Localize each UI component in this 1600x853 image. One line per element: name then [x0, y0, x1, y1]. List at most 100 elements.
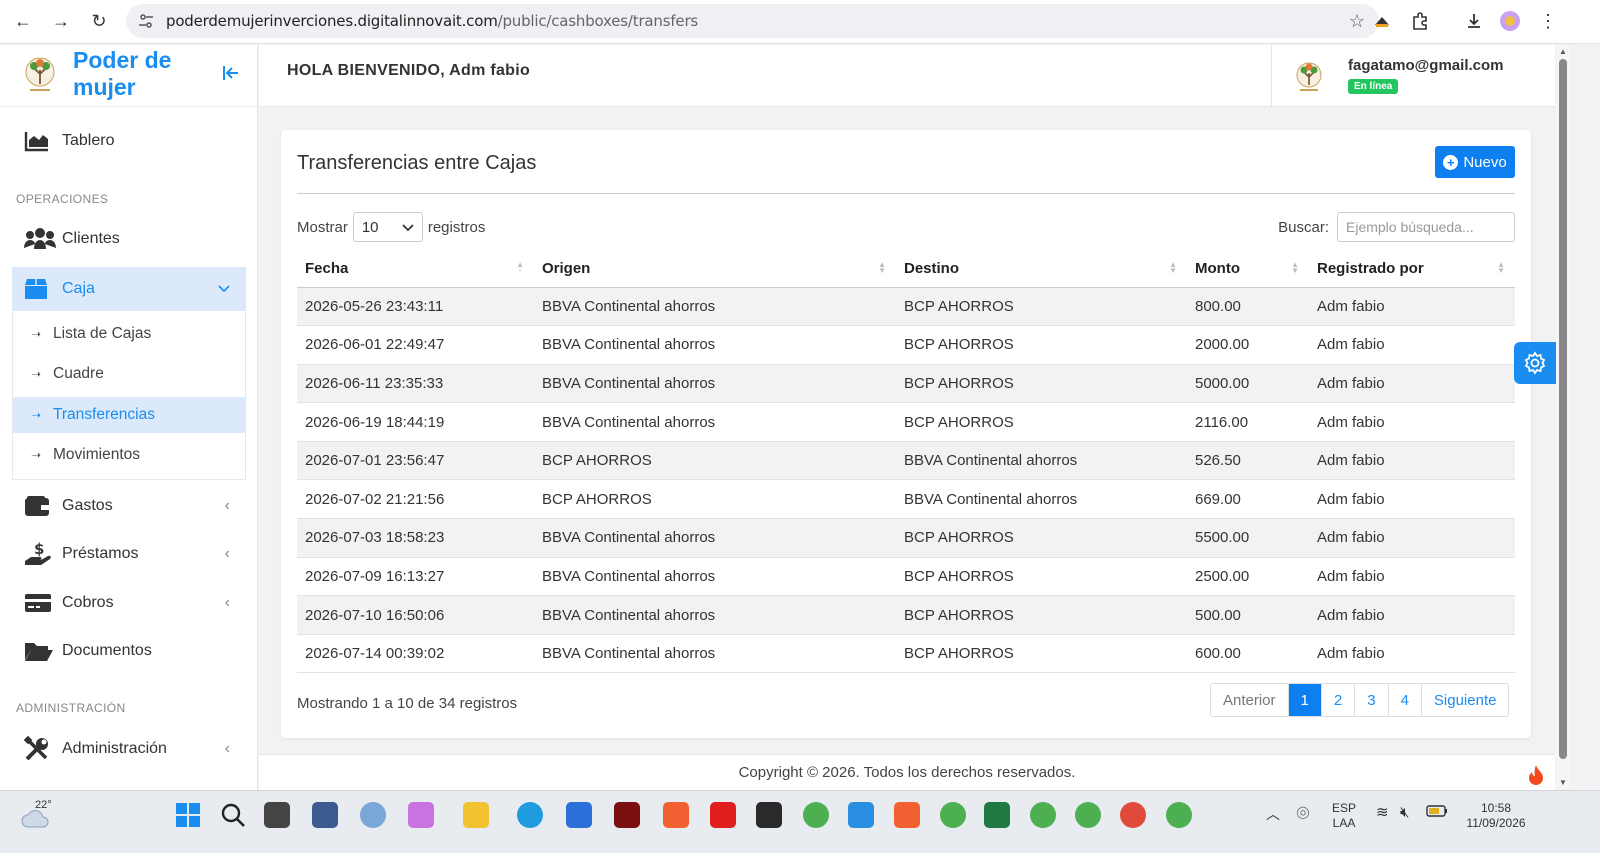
table-row[interactable]: 2026-07-01 23:56:47 BCP AHORROS BBVA Conti… — [297, 440, 1515, 480]
chrome-icon[interactable] — [1030, 802, 1056, 828]
app-icon[interactable] — [360, 802, 386, 828]
chrome-icon[interactable] — [940, 802, 966, 828]
vscode-icon[interactable] — [848, 802, 874, 828]
column-header-monto[interactable]: Monto ▲ ▼ — [1187, 250, 1309, 288]
search-icon[interactable] — [220, 802, 246, 828]
chrome-icon[interactable] — [1120, 802, 1146, 828]
chevron-left-icon: ‹ — [224, 497, 230, 514]
reload-icon[interactable]: ↻ — [84, 7, 114, 37]
search-label: Buscar: — [1278, 218, 1329, 236]
pagination-page-2[interactable]: 2 — [1320, 684, 1354, 716]
puzzle-extensions-icon[interactable] — [1408, 9, 1432, 33]
sidebar-item-label: Documentos — [62, 642, 152, 659]
cell-fecha: 2026-07-02 21:21:56 — [297, 479, 534, 519]
bookmark-star-icon[interactable]: ☆ — [1349, 11, 1365, 32]
forward-icon[interactable]: → — [46, 7, 76, 37]
fire-icon[interactable] — [1527, 764, 1545, 791]
scroll-down-icon[interactable]: ▼ — [1559, 778, 1567, 787]
cell-monto: 500.00 — [1187, 595, 1309, 635]
sidebar-item-tablero[interactable]: Tablero — [12, 119, 246, 163]
sidebar-subitem-lista-de-cajas[interactable]: ➝ Lista de Cajas — [13, 316, 245, 352]
excel-icon[interactable] — [984, 802, 1010, 828]
collapse-sidebar-icon[interactable] — [222, 65, 240, 86]
download-icon[interactable] — [1462, 9, 1486, 33]
brave-icon[interactable] — [894, 802, 920, 828]
pagination-page-4[interactable]: 4 — [1387, 684, 1421, 716]
table-row[interactable]: 2026-06-01 22:49:47 BBVA Continental ahor… — [297, 325, 1515, 365]
battery-icon[interactable] — [1426, 805, 1448, 821]
page-scrollbar[interactable]: ▲ ▼ — [1556, 45, 1570, 790]
sidebar-subitem-movimientos[interactable]: ➝ Movimientos — [13, 437, 245, 473]
app-icon[interactable] — [710, 802, 736, 828]
nvidia-icon[interactable] — [756, 802, 782, 828]
user-menu[interactable]: fagatamo@gmail.com En línea — [1271, 45, 1555, 107]
file-explorer-icon[interactable] — [463, 802, 489, 828]
app-icon[interactable] — [614, 802, 640, 828]
clock[interactable]: 10:58 11/09/2026 — [1460, 801, 1532, 831]
table-row[interactable]: 2026-07-03 18:58:23 BBVA Continental ahor… — [297, 518, 1515, 558]
pagination-previous[interactable]: Anterior — [1211, 684, 1288, 716]
cell-destino: BCP AHORROS — [896, 402, 1187, 442]
wifi-icon[interactable]: ≋ — [1376, 805, 1389, 820]
cell-destino: BCP AHORROS — [896, 518, 1187, 558]
app-tray-icon[interactable]: ◎ — [1296, 805, 1310, 821]
search-input[interactable] — [1337, 212, 1515, 242]
page-length-select[interactable]: 10 — [352, 212, 423, 242]
chevron-down-icon — [218, 280, 230, 298]
column-header-registrado-por[interactable]: Registrado por ▲ ▼ — [1309, 250, 1515, 288]
volume-muted-icon[interactable]: 🔇︎ — [1400, 805, 1409, 820]
table-row[interactable]: 2026-06-19 18:44:19 BBVA Continental ahor… — [297, 402, 1515, 442]
pagination-page-3[interactable]: 3 — [1354, 684, 1387, 716]
table-row[interactable]: 2026-07-09 16:13:27 BBVA Continental ahor… — [297, 556, 1515, 596]
sidebar-subitem-transferencias[interactable]: ➝ Transferencias — [13, 397, 245, 433]
hand-holding-dollar-icon: $ — [24, 541, 56, 567]
chevron-up-icon[interactable]: ︿ — [1266, 807, 1280, 822]
copyright-text: Copyright © 2026. Todos los derechos res… — [738, 764, 1076, 781]
settings-button[interactable] — [1514, 342, 1556, 384]
back-icon[interactable]: ← — [8, 7, 38, 37]
table-row[interactable]: 2026-07-10 16:50:06 BBVA Continental ahor… — [297, 595, 1515, 635]
profile-avatar-icon[interactable] — [1498, 9, 1522, 33]
sidebar-item-documentos[interactable]: Documentos — [12, 629, 246, 673]
sidebar-item-prestamos[interactable]: $ Préstamos ‹ — [12, 532, 246, 576]
column-header-fecha[interactable]: Fecha ▲ ▼ — [297, 250, 534, 288]
table-row[interactable]: 2026-05-26 23:43:11 BBVA Continental ahor… — [297, 286, 1515, 326]
sidebar-item-clientes[interactable]: Clientes — [12, 217, 246, 261]
sidebar-subitem-cuadre[interactable]: ➝ Cuadre — [13, 356, 245, 392]
chrome-icon[interactable] — [1166, 802, 1192, 828]
scroll-up-icon[interactable]: ▲ — [1559, 47, 1567, 56]
language-indicator[interactable]: ESP LAA — [1332, 801, 1356, 831]
extension-icon[interactable] — [1370, 9, 1394, 33]
weather-widget[interactable]: 22° — [20, 799, 60, 829]
pagination-page-1[interactable]: 1 — [1287, 684, 1321, 716]
brand-name[interactable]: Poder de mujer — [73, 47, 193, 101]
site-settings-icon[interactable] — [138, 13, 154, 29]
chrome-icon[interactable] — [803, 802, 829, 828]
table-row[interactable]: 2026-06-11 23:35:33 BBVA Continental ahor… — [297, 363, 1515, 403]
browser-menu-icon[interactable]: ⋮ — [1536, 9, 1560, 33]
column-header-destino[interactable]: Destino ▲ ▼ — [896, 250, 1187, 288]
copilot-icon[interactable] — [408, 802, 434, 828]
app-icon[interactable] — [312, 802, 338, 828]
table-row[interactable]: 2026-07-02 21:21:56 BCP AHORROS BBVA Conti… — [297, 479, 1515, 519]
table-row[interactable]: 2026-07-14 00:39:02 BBVA Continental ahor… — [297, 633, 1515, 674]
new-transfer-button[interactable]: + Nuevo — [1435, 146, 1515, 178]
sidebar-item-administracion[interactable]: Administración ‹ — [12, 727, 246, 771]
column-header-origen[interactable]: Origen ▲ ▼ — [534, 250, 896, 288]
table-info: Mostrando 1 a 10 de 34 registros — [297, 695, 518, 712]
edge-icon[interactable] — [517, 802, 543, 828]
scrollbar-thumb[interactable] — [1559, 59, 1567, 759]
brave-icon[interactable] — [663, 802, 689, 828]
task-view-icon[interactable] — [264, 802, 290, 828]
cell-destino: BCP AHORROS — [896, 556, 1187, 596]
windows-start-icon[interactable] — [175, 802, 201, 828]
sidebar-item-caja[interactable]: Caja — [12, 267, 246, 311]
sidebar-item-gastos[interactable]: Gastos ‹ — [12, 484, 246, 528]
pagination-next[interactable]: Siguiente — [1420, 684, 1509, 716]
sidebar-item-cobros[interactable]: Cobros ‹ — [12, 581, 246, 625]
chrome-icon[interactable] — [1075, 802, 1101, 828]
cell-destino: BCP AHORROS — [896, 633, 1187, 674]
store-icon[interactable] — [566, 802, 592, 828]
address-bar[interactable]: poderdemujerinverciones.digitalinnovait.… — [126, 4, 1379, 38]
cell-registrado-por: Adm fabio — [1309, 556, 1515, 596]
